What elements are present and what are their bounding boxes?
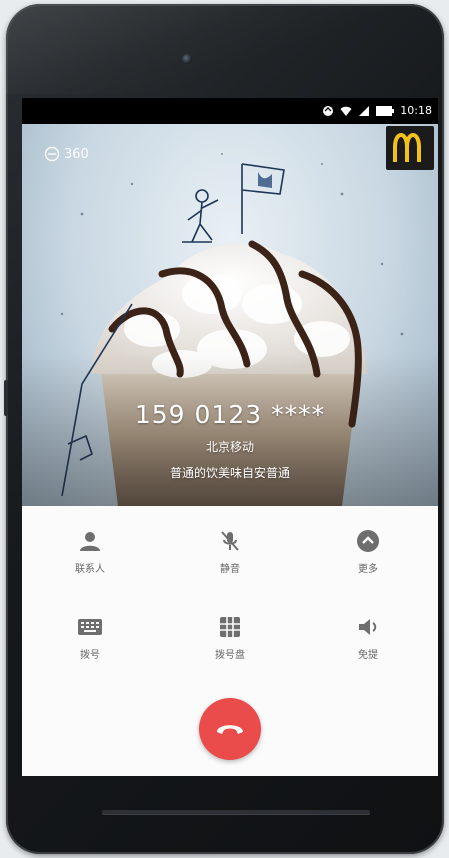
bottom-speaker xyxy=(102,810,370,814)
speaker-button[interactable]: 免提 xyxy=(308,614,428,670)
keyboard-icon xyxy=(77,614,103,640)
more-label: 更多 xyxy=(358,564,378,575)
status-icons: 10:18 xyxy=(322,104,432,117)
shield-icon xyxy=(44,146,60,162)
caller-tag: 360 xyxy=(44,146,89,162)
caller-number: 159 0123 **** xyxy=(134,400,326,429)
caller-carrier: 北京移动 xyxy=(205,440,254,454)
phone-sheen xyxy=(6,4,444,94)
speaker-icon xyxy=(355,614,381,640)
dialpad-icon xyxy=(217,614,243,640)
contacts-label: 联系人 xyxy=(75,564,105,575)
front-camera xyxy=(182,54,192,64)
arches-logo xyxy=(393,133,421,162)
more-button[interactable]: 更多 xyxy=(308,528,428,584)
side-button xyxy=(4,380,8,416)
screen: 10:18 360 159 0123 **** 北京移动 普通的饮美味自安普通 … xyxy=(22,98,438,776)
battery-icon xyxy=(376,105,395,116)
chevron-up-icon xyxy=(355,528,381,554)
end-call-button[interactable] xyxy=(199,698,261,760)
dialpad-label: 拨号盘 xyxy=(215,650,245,661)
mic-off-icon xyxy=(217,528,243,554)
keypad-button[interactable]: 拨号 xyxy=(30,614,150,670)
person-icon xyxy=(77,528,103,554)
hang-up-icon xyxy=(217,725,243,734)
contacts-button[interactable]: 联系人 xyxy=(30,528,150,584)
caller-ad-image: 360 159 0123 **** 北京移动 普通的饮美味自安普通 xyxy=(22,124,438,506)
signal-icon xyxy=(359,105,370,116)
caller-ad-text: 普通的饮美味自安普通 xyxy=(169,466,290,480)
status-bar: 10:18 xyxy=(22,98,438,124)
mute-button[interactable]: 静音 xyxy=(170,528,290,584)
keypad-label: 拨号 xyxy=(80,650,100,661)
wifi-icon xyxy=(340,106,352,116)
caller-tag-label: 360 xyxy=(64,146,89,162)
dialpad-button[interactable]: 拨号盘 xyxy=(170,614,290,670)
status-time: 10:18 xyxy=(400,104,432,117)
mute-label: 静音 xyxy=(220,564,240,575)
call-controls: 联系人 静音 更多 拨号 拨号盘 免提 xyxy=(22,506,438,776)
sync-icon xyxy=(323,105,334,116)
brand-logo xyxy=(386,126,434,170)
speaker-label: 免提 xyxy=(358,650,378,661)
